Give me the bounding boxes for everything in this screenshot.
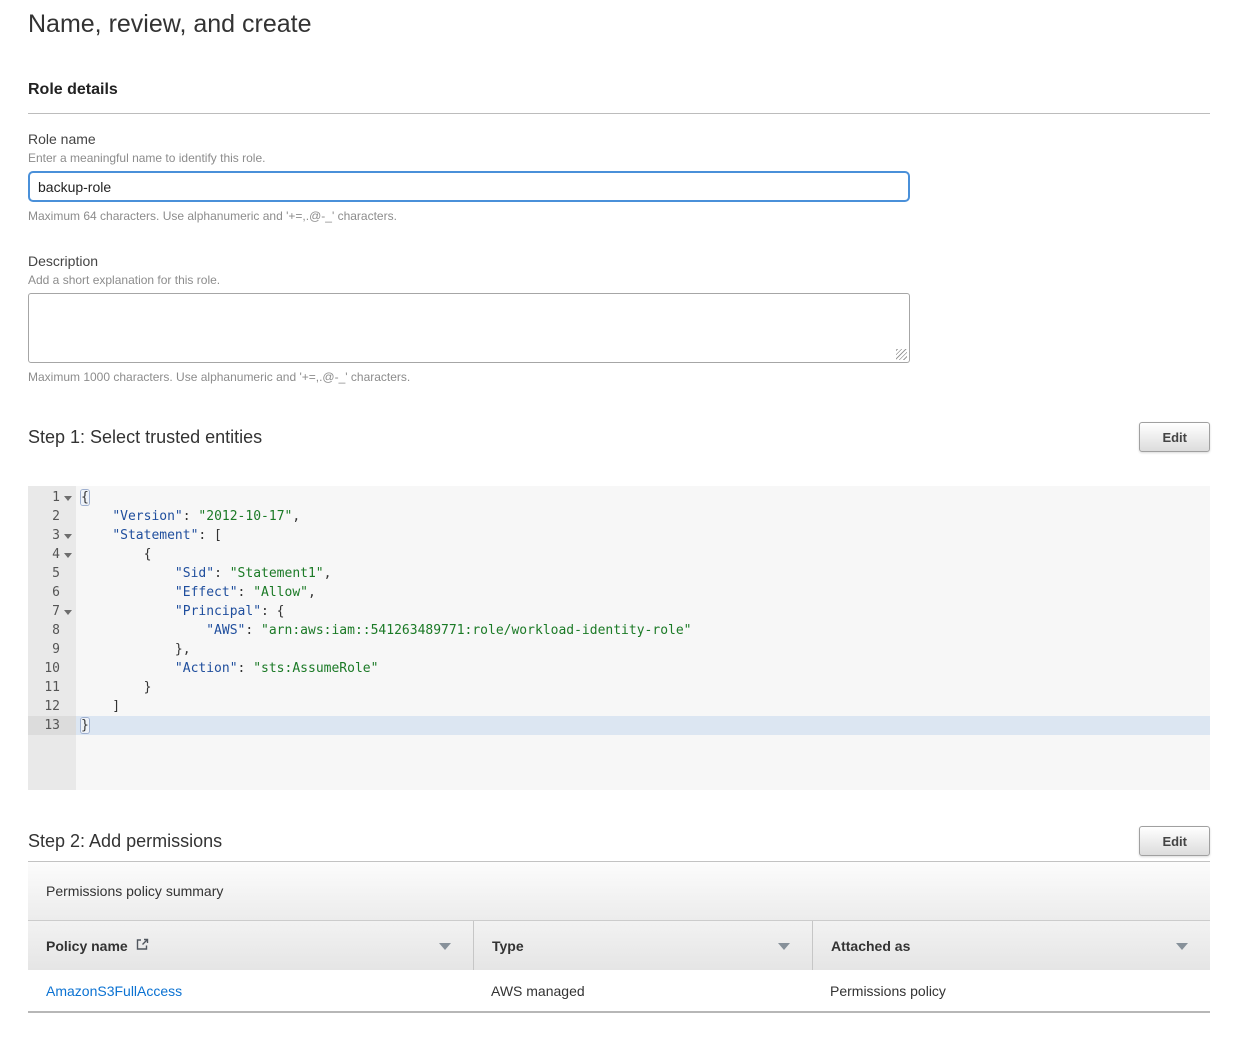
table-row: AmazonS3FullAccess AWS managed Permissio… xyxy=(28,970,1210,1013)
line-number: 1 xyxy=(28,488,76,507)
editor-code: { "Version": "2012-10-17", "Statement": … xyxy=(76,486,1210,790)
code-line: } xyxy=(76,716,1210,735)
fold-toggle-icon[interactable] xyxy=(64,496,72,501)
line-number: 5 xyxy=(28,564,76,583)
step2-edit-button[interactable]: Edit xyxy=(1139,826,1210,856)
sort-icon[interactable] xyxy=(778,943,790,950)
description-help: Add a short explanation for this role. xyxy=(28,273,1210,287)
fold-toggle-icon[interactable] xyxy=(64,534,72,539)
column-header-policy-name: Policy name xyxy=(28,921,473,970)
code-line: "Version": "2012-10-17", xyxy=(76,507,1210,526)
sort-icon[interactable] xyxy=(439,943,451,950)
policy-table-header: Policy name Type Attached as xyxy=(28,920,1210,970)
column-header-type: Type xyxy=(473,921,812,970)
permissions-panel: Permissions policy summary Policy name T… xyxy=(28,862,1210,1013)
resize-handle-icon[interactable] xyxy=(896,349,907,360)
code-line: "Principal": { xyxy=(76,602,1210,621)
line-number: 9 xyxy=(28,640,76,659)
line-number: 3 xyxy=(28,526,76,545)
step1-heading: Step 1: Select trusted entities xyxy=(28,427,262,448)
step2-heading: Step 2: Add permissions xyxy=(28,831,222,852)
code-line: ] xyxy=(76,697,1210,716)
line-number: 7 xyxy=(28,602,76,621)
sort-icon[interactable] xyxy=(1176,943,1188,950)
line-number: 13 xyxy=(28,716,76,735)
attached-as-cell: Permissions policy xyxy=(812,983,1210,999)
line-number: 8 xyxy=(28,621,76,640)
policy-type-cell: AWS managed xyxy=(473,983,812,999)
step1-header-row: Step 1: Select trusted entities Edit xyxy=(28,422,1210,452)
role-name-input[interactable] xyxy=(28,171,910,202)
editor-gutter: 12345678910111213 xyxy=(28,486,76,790)
line-number: 6 xyxy=(28,583,76,602)
code-line: { xyxy=(76,545,1210,564)
fold-toggle-icon[interactable] xyxy=(64,610,72,615)
role-name-label: Role name xyxy=(28,131,1210,147)
line-number: 11 xyxy=(28,678,76,697)
external-link-icon xyxy=(136,938,149,954)
line-number: 2 xyxy=(28,507,76,526)
policy-name-cell: AmazonS3FullAccess xyxy=(28,983,473,999)
code-line: "Sid": "Statement1", xyxy=(76,564,1210,583)
policy-name-link[interactable]: AmazonS3FullAccess xyxy=(46,983,182,999)
line-number: 10 xyxy=(28,659,76,678)
line-number: 12 xyxy=(28,697,76,716)
code-line: { xyxy=(76,488,1210,507)
trust-policy-editor[interactable]: 12345678910111213 { "Version": "2012-10-… xyxy=(28,486,1210,790)
code-line: "AWS": "arn:aws:iam::541263489771:role/w… xyxy=(76,621,1210,640)
line-number: 4 xyxy=(28,545,76,564)
code-line: }, xyxy=(76,640,1210,659)
code-line: "Effect": "Allow", xyxy=(76,583,1210,602)
column-header-attached-as: Attached as xyxy=(812,921,1210,970)
permissions-summary-title: Permissions policy summary xyxy=(46,883,223,899)
description-constraint: Maximum 1000 characters. Use alphanumeri… xyxy=(28,370,1210,384)
main-content: Name, review, and create Role details Ro… xyxy=(28,0,1210,1013)
code-line: "Action": "sts:AssumeRole" xyxy=(76,659,1210,678)
role-details-heading: Role details xyxy=(28,81,1210,99)
permissions-summary-header: Permissions policy summary xyxy=(28,862,1210,920)
code-line: } xyxy=(76,678,1210,697)
role-name-help: Enter a meaningful name to identify this… xyxy=(28,151,1210,165)
fold-toggle-icon[interactable] xyxy=(64,553,72,558)
description-textarea[interactable] xyxy=(28,293,910,363)
page-title: Name, review, and create xyxy=(28,10,1210,39)
description-label: Description xyxy=(28,253,1210,269)
code-line: "Statement": [ xyxy=(76,526,1210,545)
role-name-constraint: Maximum 64 characters. Use alphanumeric … xyxy=(28,209,1210,223)
section-divider xyxy=(28,113,1210,114)
step1-edit-button[interactable]: Edit xyxy=(1139,422,1210,452)
step2-header-row: Step 2: Add permissions Edit xyxy=(28,826,1210,856)
